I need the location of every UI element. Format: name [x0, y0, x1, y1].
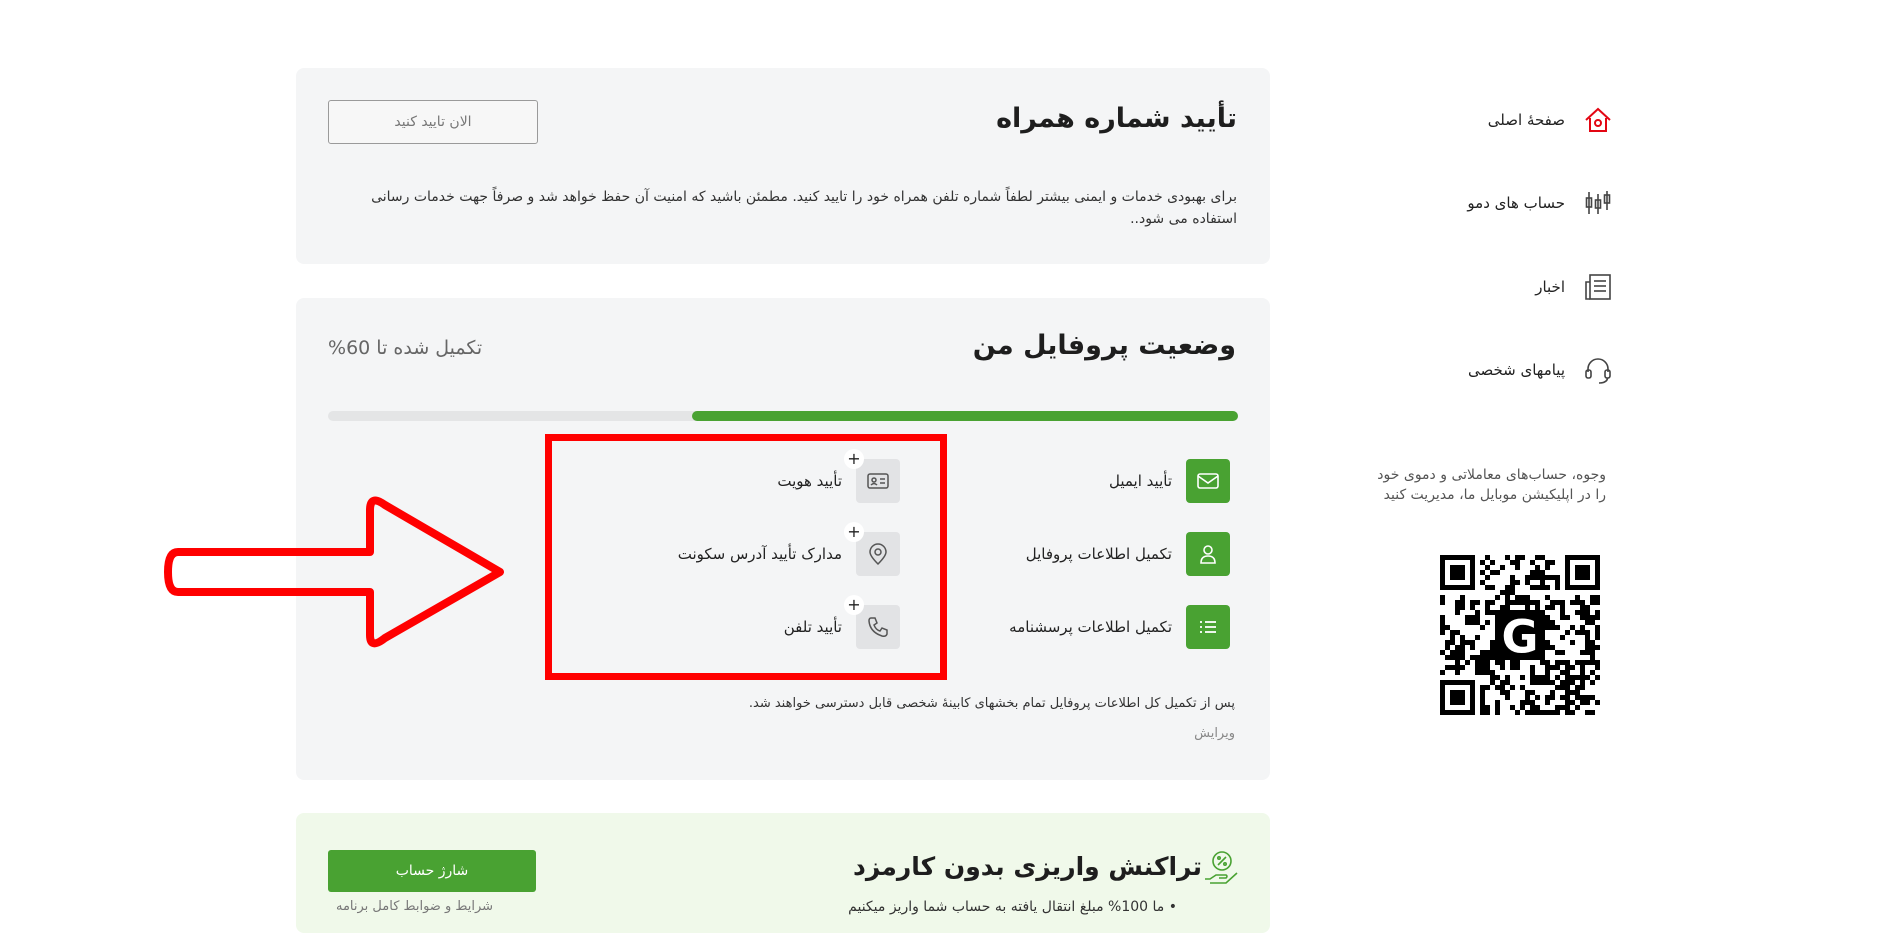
terms-link[interactable]: شرایط و ضوابط کامل برنامه	[336, 899, 493, 914]
sidebar-item-messages[interactable]: پیامهای شخصی	[1413, 350, 1613, 390]
percent-hand-icon	[1202, 849, 1240, 887]
verify-now-button[interactable]: الان تایید کنید	[328, 100, 538, 144]
sidebar-item-label: صفحهٔ اصلی	[1487, 111, 1565, 129]
step-questionnaire[interactable]: تکمیل اطلاعات پرسشنامه	[1009, 605, 1230, 649]
candlestick-icon	[1583, 188, 1613, 218]
sidebar-item-label: حساب های دمو	[1467, 194, 1565, 212]
step-profile-info[interactable]: تکمیل اطلاعات پروفایل	[1026, 532, 1230, 576]
sidebar-item-home[interactable]: صفحهٔ اصلی	[1413, 100, 1613, 140]
phone-verify-card: تأیید شماره همراه الان تایید کنید برای ب…	[296, 68, 1270, 264]
sidebar-item-label: پیامهای شخصی	[1467, 361, 1565, 379]
phone-verify-title: تأیید شماره همراه	[996, 103, 1237, 134]
profile-progress-bar	[328, 411, 1238, 421]
profile-completion-text: تکمیل شده تا 60%	[328, 337, 483, 359]
profile-status-title: وضعیت پروفایل من	[972, 330, 1236, 361]
brand-logo-fragment	[1456, 0, 1478, 2]
annotation-highlight-box	[545, 434, 947, 680]
envelope-icon	[1186, 459, 1230, 503]
headset-icon	[1583, 355, 1613, 385]
user-icon	[1186, 532, 1230, 576]
step-label: تکمیل اطلاعات پرسشنامه	[1009, 618, 1172, 636]
promo-bullet-text: ما 100% مبلغ انتقال یافته به حساب شما وا…	[848, 899, 1165, 915]
step-email-verified[interactable]: تأیید ایمیل	[1109, 459, 1230, 503]
list-icon	[1186, 605, 1230, 649]
svg-text:G: G	[1502, 611, 1539, 664]
step-label: تکمیل اطلاعات پروفایل	[1025, 545, 1172, 563]
promo-bullet: • ما 100% مبلغ انتقال یافته به حساب شما …	[848, 899, 1177, 915]
charge-account-button[interactable]: شارژ حساب	[328, 850, 536, 892]
mobile-app-note: وجوه، حساب‌های معاملاتی و دموی خود را در…	[1377, 467, 1606, 503]
phone-verify-description: برای بهبودی خدمات و ایمنی بیشتر لطفاً شم…	[371, 189, 1237, 227]
promo-card: تراکنش واریزی بدون کارمزد شارژ حساب • ما…	[296, 813, 1270, 933]
home-icon	[1583, 105, 1613, 135]
qr-code[interactable]: G	[1440, 555, 1600, 715]
sidebar-item-news[interactable]: اخبار	[1413, 267, 1613, 307]
edit-profile-link[interactable]: ویرایش	[1194, 726, 1235, 741]
step-label: تأیید ایمیل	[1109, 472, 1172, 490]
newspaper-icon	[1583, 272, 1613, 302]
promo-title: تراکنش واریزی بدون کارمزد	[853, 852, 1202, 881]
annotation-arrow	[160, 490, 510, 655]
sidebar-item-demo-accounts[interactable]: حساب های دمو	[1413, 183, 1613, 223]
sidebar-item-label: اخبار	[1535, 278, 1565, 296]
profile-footer-note: پس از تکمیل کل اطلاعات پروفایل تمام بخشه…	[748, 696, 1235, 711]
profile-progress-fill	[692, 411, 1238, 421]
